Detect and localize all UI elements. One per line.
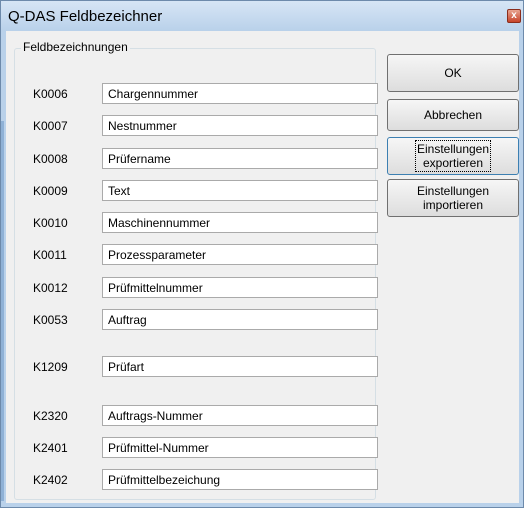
field-code-k0053: K0053	[33, 313, 68, 327]
field-input-k0007[interactable]	[102, 115, 378, 136]
window-left-edge	[1, 121, 4, 501]
field-input-k0010[interactable]	[102, 212, 378, 233]
field-code-k0012: K0012	[33, 281, 68, 295]
title-bar[interactable]: Q-DAS Feldbezeichner x	[1, 1, 523, 31]
field-code-k2401: K2401	[33, 441, 68, 455]
field-input-k0009[interactable]	[102, 180, 378, 201]
field-input-k0006[interactable]	[102, 83, 378, 104]
dialog-client-area: Feldbezeichnungen K0006 K0007 K0008 K000…	[6, 31, 519, 503]
field-names-group: Feldbezeichnungen K0006 K0007 K0008 K000…	[14, 40, 378, 500]
field-code-k2320: K2320	[33, 409, 68, 423]
import-settings-label: Einstellungen importieren	[416, 184, 490, 212]
field-input-k0011[interactable]	[102, 244, 378, 265]
field-input-k2320[interactable]	[102, 405, 378, 426]
ok-button[interactable]: OK	[387, 54, 519, 92]
field-input-k0012[interactable]	[102, 277, 378, 298]
field-code-k1209: K1209	[33, 360, 68, 374]
field-code-k2402: K2402	[33, 473, 68, 487]
close-icon: x	[511, 10, 517, 21]
field-code-k0011: K0011	[33, 248, 67, 262]
ok-button-label: OK	[444, 66, 462, 80]
field-code-k0007: K0007	[33, 119, 68, 133]
field-code-k0009: K0009	[33, 184, 68, 198]
dialog-window: Q-DAS Feldbezeichner x Feldbezeichnungen…	[0, 0, 524, 508]
import-settings-button[interactable]: Einstellungen importieren	[387, 179, 519, 217]
close-button[interactable]: x	[507, 9, 521, 23]
field-input-k2401[interactable]	[102, 437, 378, 458]
field-code-k0010: K0010	[33, 216, 68, 230]
window-title: Q-DAS Feldbezeichner	[8, 8, 163, 25]
group-title: Feldbezeichnungen	[21, 40, 130, 54]
field-input-k0008[interactable]	[102, 148, 378, 169]
export-settings-button[interactable]: Einstellungen exportieren	[387, 137, 519, 175]
field-code-k0008: K0008	[33, 152, 68, 166]
export-settings-label: Einstellungen exportieren	[414, 140, 492, 172]
field-input-k1209[interactable]	[102, 356, 378, 377]
field-code-k0006: K0006	[33, 87, 68, 101]
cancel-button[interactable]: Abbrechen	[387, 99, 519, 131]
field-input-k0053[interactable]	[102, 309, 378, 330]
cancel-button-label: Abbrechen	[423, 108, 483, 122]
field-input-k2402[interactable]	[102, 469, 378, 490]
